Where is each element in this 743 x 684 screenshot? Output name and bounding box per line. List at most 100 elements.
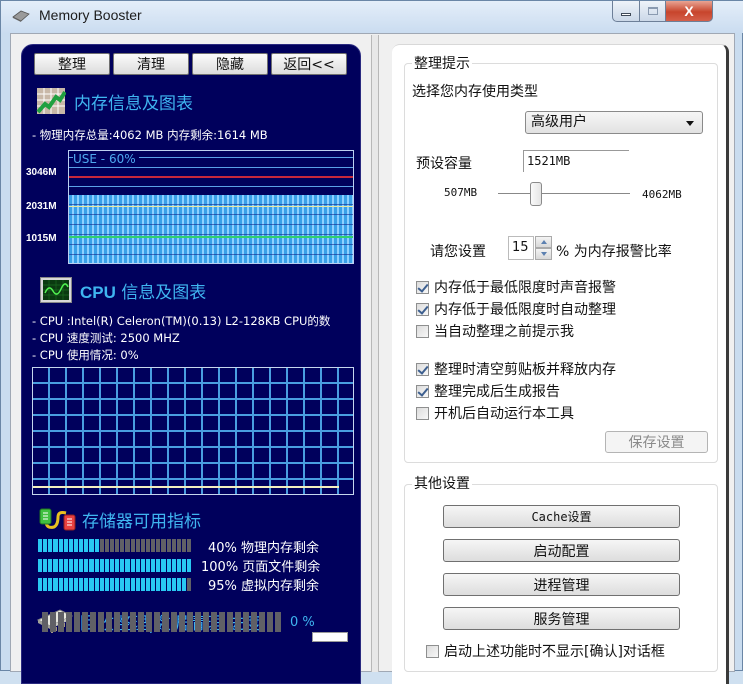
bar-segment: [171, 539, 176, 552]
bar-segment: [120, 539, 125, 552]
alarm-ratio-input[interactable]: 15: [508, 236, 534, 260]
checkbox-clear-clipboard[interactable]: 整理时清空剪贴板并释放内存: [416, 359, 616, 379]
bar-segment: [99, 578, 104, 591]
close-button[interactable]: X: [666, 1, 713, 22]
progress-segment: [242, 612, 249, 632]
grid-line: [69, 167, 353, 168]
minimize-button[interactable]: [612, 1, 640, 22]
checkbox-sound-alarm[interactable]: 内存低于最低限度时声音报警: [416, 277, 616, 297]
progress-segment: [202, 612, 209, 632]
bar-segment: [140, 539, 145, 552]
progress-segment: [226, 612, 233, 632]
cpu-monitor-icon: [40, 277, 72, 303]
progress-small-button[interactable]: [312, 632, 348, 642]
bar-segment: [48, 539, 53, 552]
bar-segment: [73, 578, 79, 591]
checkbox-icon[interactable]: [416, 302, 429, 316]
bar-segment: [89, 578, 94, 591]
checkbox-generate-report[interactable]: 整理完成后生成报告: [416, 381, 560, 401]
cpu-title-bold: CPU: [80, 282, 116, 302]
bar-segment: [43, 539, 48, 552]
save-settings-button[interactable]: 保存设置: [605, 431, 708, 453]
progress-segment: [98, 612, 105, 632]
cpu-usage-chart: [32, 367, 354, 495]
bar-segment: [140, 578, 145, 591]
bar-segment: [48, 578, 53, 591]
spin-down-button[interactable]: [535, 248, 552, 260]
clean-button[interactable]: 清理: [113, 53, 189, 75]
cpu-title-rest: 信息及图表: [115, 282, 207, 303]
hide-button[interactable]: 隐藏: [192, 53, 268, 75]
progress-segment: [74, 612, 81, 632]
bar-segment: [161, 539, 166, 552]
checkbox-icon[interactable]: [416, 362, 429, 376]
bar-segment: [38, 559, 43, 572]
preset-capacity-field[interactable]: 1521MB: [523, 150, 629, 172]
memory-section-title: 内存信息及图表: [74, 93, 193, 114]
panel-splitter[interactable]: [371, 35, 379, 672]
checkbox-label: 当自动整理之前提示我: [434, 324, 574, 340]
checkbox-icon[interactable]: [416, 324, 429, 338]
spin-up-button[interactable]: [535, 236, 552, 248]
progress-segment: [106, 612, 113, 632]
back-button[interactable]: 返回<<: [271, 53, 347, 75]
checkbox-icon[interactable]: [426, 644, 439, 658]
memory-type-label: 选择您内存使用类型: [412, 84, 538, 100]
bar-segment: [130, 559, 135, 572]
alarm-suffix-label: % 为内存报警比率: [556, 244, 672, 260]
checkbox-auto-optimize[interactable]: 内存低于最低限度时自动整理: [416, 299, 616, 319]
capacity-slider-thumb[interactable]: [530, 182, 542, 206]
checkbox-run-on-startup[interactable]: 开机后自动运行本工具: [416, 403, 574, 423]
checkbox-icon[interactable]: [416, 280, 429, 294]
progress-segment: [162, 612, 169, 632]
bar-segment: [166, 539, 171, 552]
button-label: Cache设置: [531, 510, 592, 524]
process-manager-button[interactable]: 进程管理: [443, 573, 680, 596]
cpu-section-header: CPU 信息及图表: [40, 277, 206, 303]
progress-segment: [114, 612, 121, 632]
bar-segment: [176, 539, 181, 552]
threshold-line-lower: [69, 236, 353, 238]
physical-memory-label: 40% 物理内存剩余: [208, 541, 320, 556]
cpu-usage-info: - CPU 使用情况: 0%: [32, 348, 139, 362]
y-label-2031: 2031M: [26, 201, 57, 212]
service-manager-button[interactable]: 服务管理: [443, 607, 680, 630]
memory-type-dropdown[interactable]: 高级用户: [525, 111, 703, 134]
progress-percent: 0 %: [290, 615, 315, 630]
progress-segment: [218, 612, 225, 632]
checkbox-label: 内存低于最低限度时声音报警: [434, 280, 616, 296]
bar-segment: [43, 559, 48, 572]
progress-segment: [266, 612, 273, 632]
startup-config-button[interactable]: 启动配置: [443, 539, 680, 562]
cpu-usage-line: [33, 486, 339, 488]
bar-segment: [53, 559, 58, 572]
bar-segment: [171, 578, 176, 591]
memory-section-header: 内存信息及图表: [36, 87, 193, 115]
bar-segment: [58, 578, 63, 591]
monitor-panel: 整理 清理 隐藏 返回<< 内存信息及图表 - 物理内存总量:4062 MB 内…: [21, 44, 361, 684]
bar-segment: [176, 559, 181, 572]
checkbox-icon[interactable]: [416, 406, 429, 420]
page-file-bar-row: [38, 559, 192, 572]
bar-segment: [58, 559, 63, 572]
cache-settings-button[interactable]: Cache设置: [443, 505, 680, 528]
bar-segment: [94, 559, 99, 572]
bar-segment: [187, 559, 192, 572]
checkbox-prompt-before[interactable]: 当自动整理之前提示我: [416, 321, 574, 341]
memory-type-value: 高级用户: [531, 114, 587, 130]
alarm-prefix-label: 请您设置: [430, 244, 486, 260]
bar-segment: [99, 559, 104, 572]
bar-segment: [135, 578, 140, 591]
arrow-up-icon: [540, 240, 547, 244]
bar-segment: [115, 578, 120, 591]
bar-segment: [63, 578, 68, 591]
maximize-button[interactable]: [640, 1, 666, 22]
bar-segment: [176, 578, 181, 591]
bar-segment: [73, 559, 79, 572]
bar-segment: [145, 559, 151, 572]
checkbox-icon[interactable]: [416, 384, 429, 398]
checkbox-no-confirm[interactable]: 启动上述功能时不显示[确认]对话框: [426, 641, 665, 661]
progress-segment: [186, 612, 193, 632]
optimize-button[interactable]: 整理: [34, 53, 110, 75]
capacity-slider-track[interactable]: [498, 193, 630, 194]
